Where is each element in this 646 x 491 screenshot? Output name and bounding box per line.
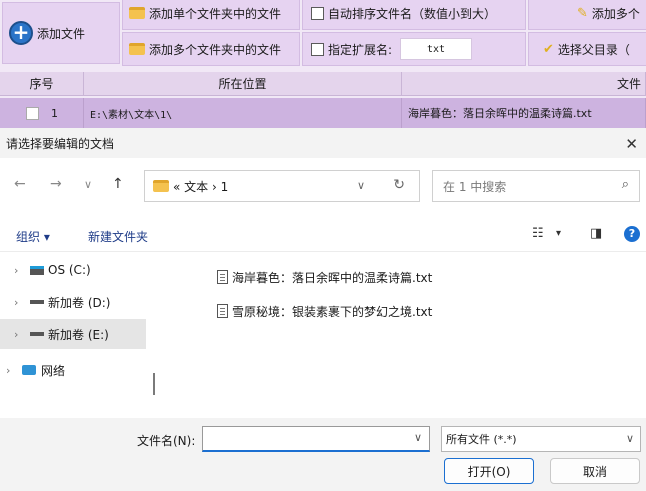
file-name: 海岸暮色：落日余晖中的温柔诗篇.txt — [232, 270, 433, 285]
auto-sort-checkbox[interactable]: 自动排序文件名（数值小到大） — [302, 0, 526, 30]
back-arrow-icon[interactable]: ← — [14, 176, 26, 192]
row-file: 海岸暮色：落日余晖中的温柔诗篇.txt — [402, 98, 646, 128]
chevron-down-icon[interactable]: ∨ — [414, 431, 422, 444]
tree-item-label: OS (C:) — [48, 263, 91, 277]
drive-icon — [30, 332, 44, 336]
search-box[interactable]: 在 1 中搜索 ⌕ — [432, 170, 640, 202]
grid-header: 序号 所在位置 文件 — [0, 72, 646, 96]
chevron-down-icon[interactable]: ▾ — [556, 228, 561, 239]
select-parent-label: 选择父目录（ — [557, 42, 630, 57]
expand-chevron-icon[interactable]: › — [14, 264, 30, 277]
dialog-footer: 文件名(N): ∨ 所有文件 (*.*) ∨ 打开(O) 取消 — [0, 418, 646, 491]
breadcrumb[interactable]: « 文本 › 1 — [173, 178, 228, 195]
expand-chevron-icon[interactable]: › — [14, 328, 30, 341]
checkbox-box[interactable] — [311, 6, 324, 20]
drive-icon — [30, 300, 44, 304]
extension-input[interactable]: txt — [400, 38, 473, 60]
tree-item-drive-e[interactable]: › 新加卷 (E:) — [0, 319, 146, 349]
filename-label: 文件名(N): — [137, 434, 196, 448]
refresh-icon[interactable]: ↻ — [393, 177, 405, 193]
navigation-bar: ← → ∨ ↑ « 文本 › 1 ∨ ↻ 在 1 中搜索 ⌕ — [0, 166, 646, 206]
extension-value: txt — [427, 43, 446, 55]
expand-chevron-icon[interactable]: › — [6, 364, 22, 377]
specify-ext-checkbox[interactable]: 指定扩展名: txt — [302, 32, 526, 66]
specify-ext-label: 指定扩展名: — [328, 42, 393, 57]
dialog-title: 请选择要编辑的文档 — [6, 136, 115, 151]
folder-icon — [129, 43, 145, 55]
row-index: 1 — [51, 106, 58, 120]
forward-arrow-icon[interactable]: → — [50, 176, 62, 192]
background-app: + 添加文件 添加单个文件夹中的文件 添加多个文件夹中的文件 自动排序文件名（数… — [0, 0, 646, 128]
list-item[interactable]: 海岸暮色：落日余晖中的温柔诗篇.txt — [217, 267, 432, 287]
folder-check-icon: ✔ — [543, 41, 554, 57]
new-folder-button[interactable]: 新建文件夹 — [88, 228, 148, 245]
network-icon — [22, 365, 36, 375]
pencil-icon: ✎ — [577, 5, 588, 21]
tree-item-label: 新加卷 (E:) — [48, 327, 109, 342]
filename-input[interactable] — [202, 426, 430, 452]
auto-sort-label: 自动排序文件名（数值小到大） — [328, 6, 497, 21]
expand-chevron-icon[interactable]: › — [14, 296, 30, 309]
add-file-button[interactable]: + 添加文件 — [2, 2, 120, 64]
open-button[interactable]: 打开(O) — [444, 458, 534, 484]
folder-icon — [153, 180, 169, 192]
chevron-down-icon[interactable]: ∨ — [357, 179, 365, 192]
open-file-dialog: 请选择要编辑的文档 ✕ ← → ∨ ↑ « 文本 › 1 ∨ ↻ 在 1 中搜索… — [0, 128, 646, 491]
row-location: E:\素材\文本\1\ — [84, 98, 402, 128]
filetype-value: 所有文件 (*.*) — [446, 433, 517, 446]
search-icon[interactable]: ⌕ — [622, 177, 629, 192]
text-file-icon — [217, 304, 228, 318]
checkbox-box[interactable] — [311, 42, 324, 56]
os-drive-icon — [30, 265, 44, 275]
dialog-titlebar: 请选择要编辑的文档 — [0, 128, 646, 158]
text-file-icon — [217, 270, 228, 284]
filetype-select[interactable]: 所有文件 (*.*) ∨ — [441, 426, 641, 452]
scrollbar-thumb[interactable] — [153, 373, 155, 395]
file-list: 海岸暮色：落日余晖中的温柔诗篇.txt 雪原秘境：银装素裹下的梦幻之境.txt — [163, 253, 646, 418]
tree-item-label: 新加卷 (D:) — [48, 295, 111, 310]
col-header-file[interactable]: 文件 — [402, 72, 646, 95]
view-options-icon[interactable]: ☷ — [532, 226, 544, 241]
select-parent-dir-button[interactable]: ✔ 选择父目录（ — [528, 32, 646, 66]
table-row[interactable]: 1 E:\素材\文本\1\ 海岸暮色：落日余晖中的温柔诗篇.txt — [0, 98, 646, 128]
command-bar: 组织 ▾ 新建文件夹 ☷ ▾ ◨ ? — [0, 218, 646, 252]
recent-chevron-icon[interactable]: ∨ — [84, 178, 92, 191]
tree-item-drive-d[interactable]: › 新加卷 (D:) — [0, 287, 146, 317]
folder-icon — [129, 7, 145, 19]
col-header-location[interactable]: 所在位置 — [84, 72, 402, 95]
search-placeholder: 在 1 中搜索 — [443, 179, 507, 194]
close-icon[interactable]: ✕ — [625, 135, 638, 153]
chevron-down-icon: ∨ — [625, 432, 634, 445]
col-header-index[interactable]: 序号 — [0, 72, 84, 95]
cancel-button[interactable]: 取消 — [550, 458, 640, 484]
navigation-pane: › OS (C:) › 新加卷 (D:) › 新加卷 (E:) › 网络 — [0, 253, 162, 418]
add-multi-button-partial[interactable]: ✎ 添加多个 — [528, 0, 646, 30]
add-file-label: 添加文件 — [37, 26, 86, 41]
tree-item-label: 网络 — [41, 363, 66, 378]
add-single-folder-button[interactable]: 添加单个文件夹中的文件 — [122, 0, 300, 30]
add-multi-label: 添加多个 — [591, 6, 640, 21]
file-name: 雪原秘境：银装素裹下的梦幻之境.txt — [232, 304, 433, 319]
tree-item-network[interactable]: › 网络 — [0, 355, 146, 385]
help-icon[interactable]: ? — [624, 226, 640, 242]
row-checkbox[interactable] — [26, 106, 39, 120]
organize-menu[interactable]: 组织 ▾ — [16, 228, 50, 245]
add-multi-folder-label: 添加多个文件夹中的文件 — [149, 42, 282, 57]
list-item[interactable]: 雪原秘境：银装素裹下的梦幻之境.txt — [217, 301, 432, 321]
add-multi-folder-button[interactable]: 添加多个文件夹中的文件 — [122, 32, 300, 66]
add-single-folder-label: 添加单个文件夹中的文件 — [149, 6, 282, 21]
address-bar[interactable]: « 文本 › 1 ∨ ↻ — [144, 170, 420, 202]
up-arrow-icon[interactable]: ↑ — [112, 176, 124, 192]
preview-pane-icon[interactable]: ◨ — [590, 226, 602, 241]
plus-circle-icon: + — [9, 21, 33, 45]
tree-item-os-c[interactable]: › OS (C:) — [0, 255, 146, 285]
